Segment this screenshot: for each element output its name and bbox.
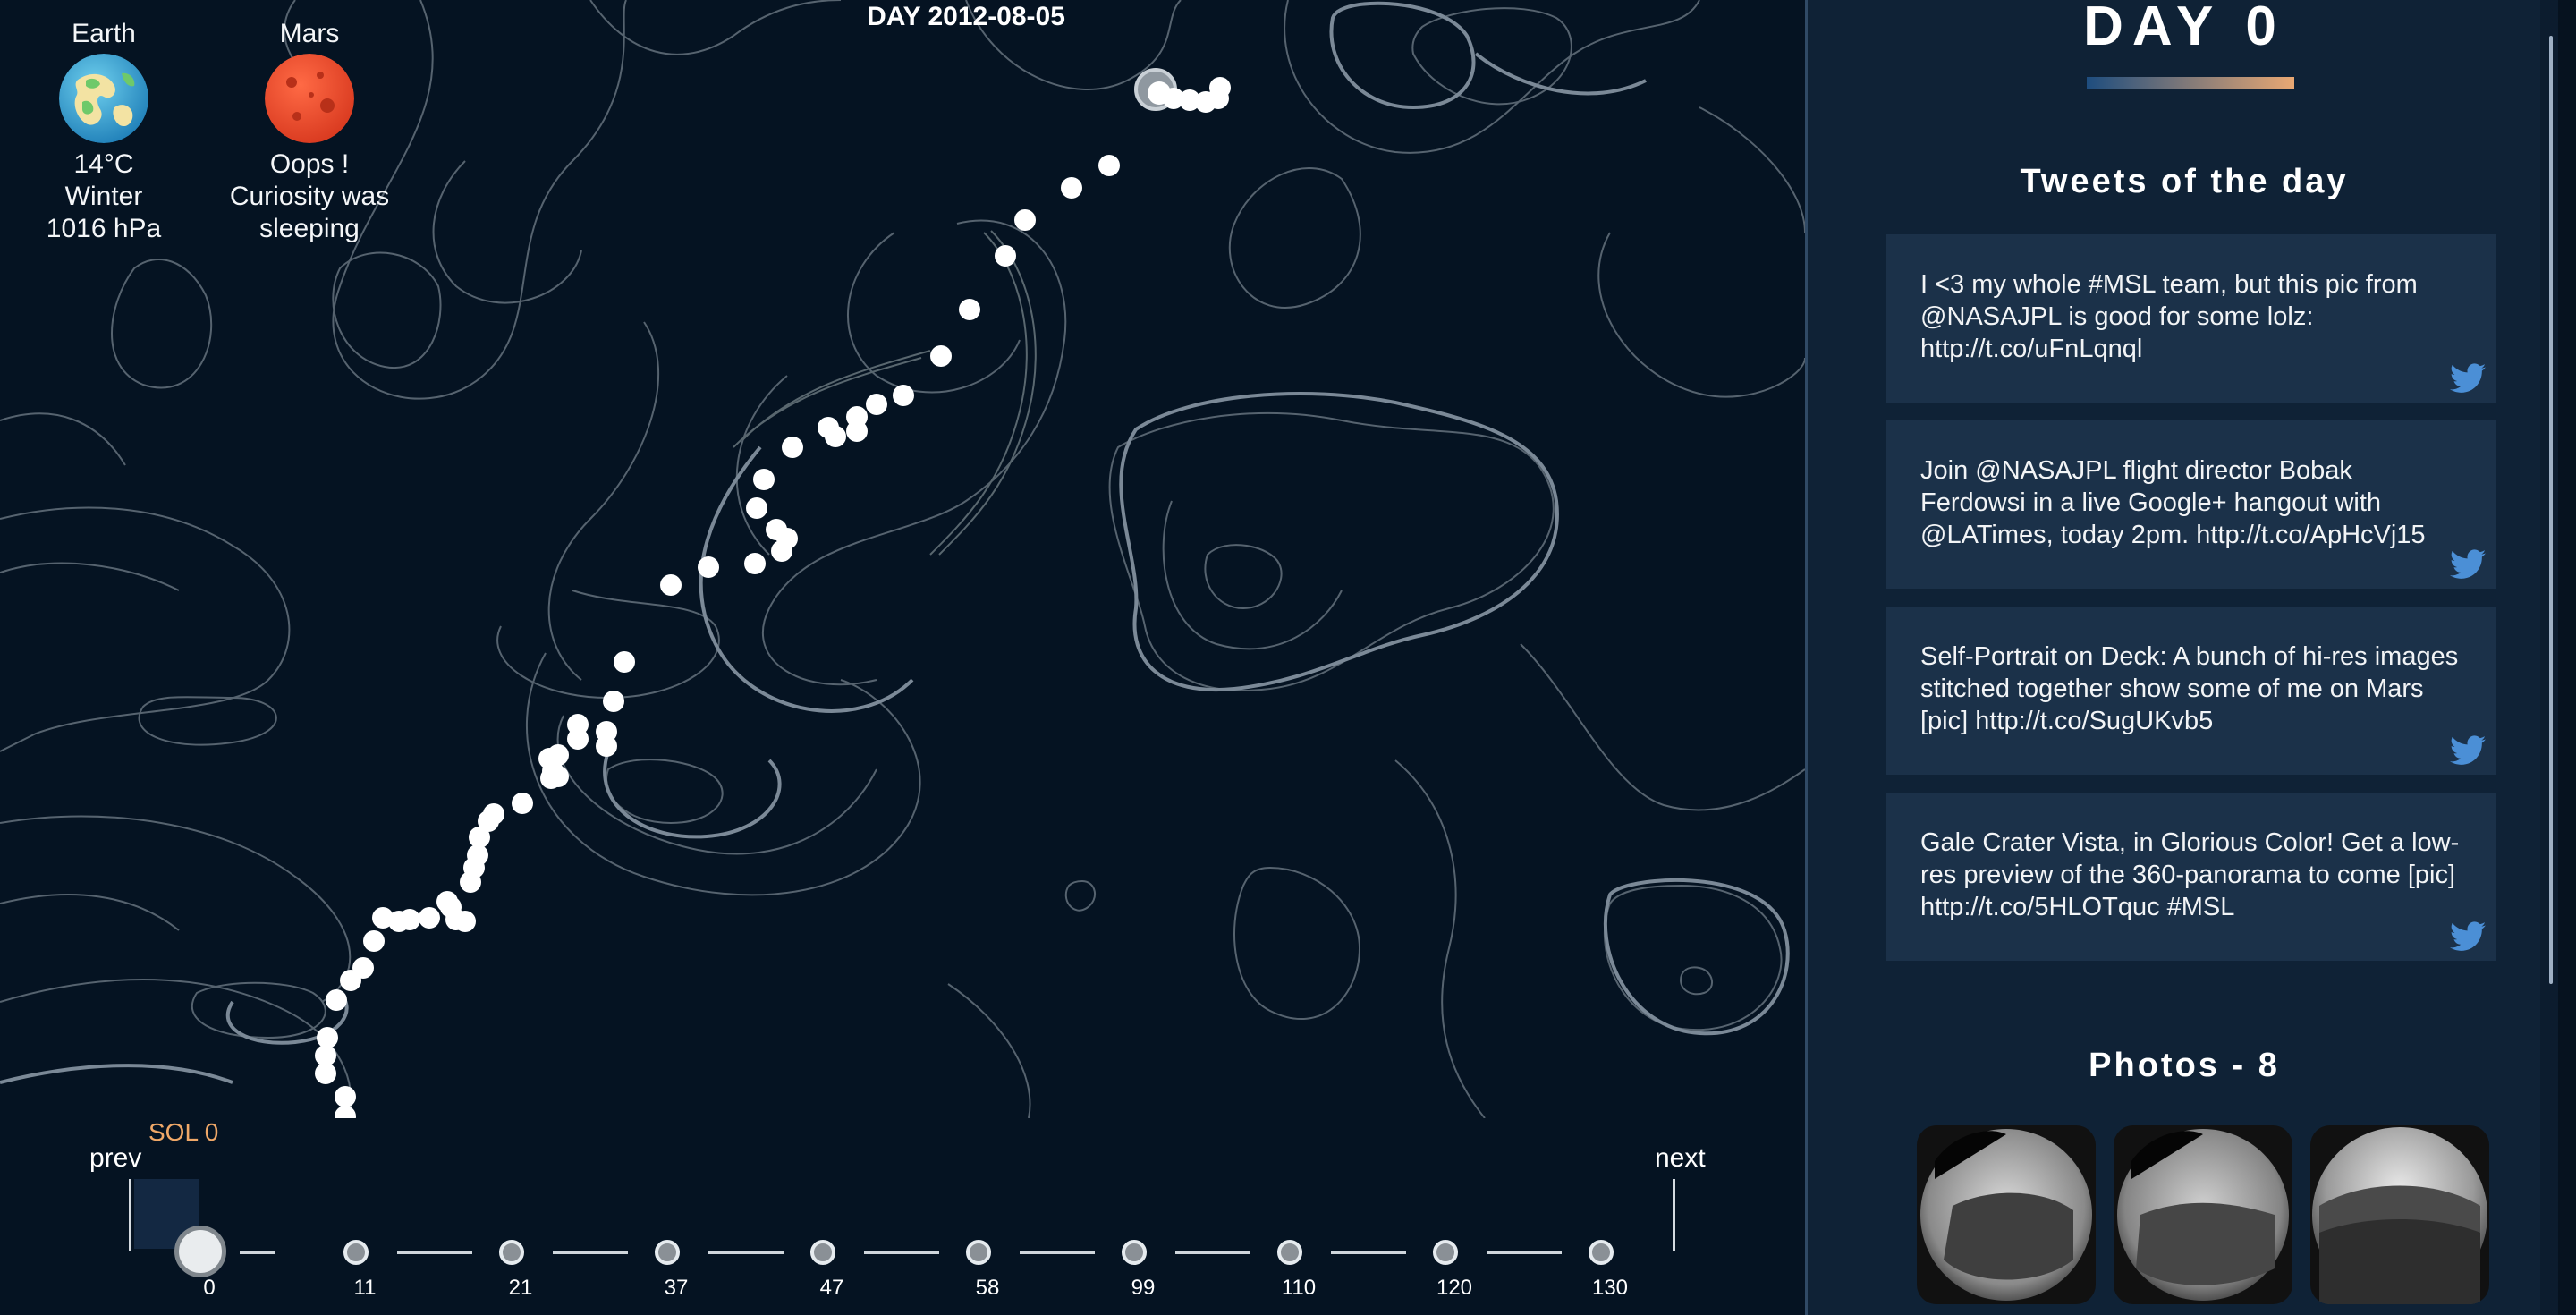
mars-weather-panel: Mars Oops ! Curiosity was sleeping — [220, 18, 399, 245]
sol-number: 21 — [508, 1276, 533, 1300]
next-button[interactable]: next — [1655, 1143, 1706, 1174]
track-points — [315, 77, 1231, 1118]
tweet-text: I <3 my whole #MSL team, but this pic fr… — [1920, 270, 2418, 363]
earth-temperature: 14°C — [73, 149, 134, 179]
earth-season: Winter — [64, 182, 143, 211]
sol-number: 0 — [203, 1276, 216, 1300]
sol-number: 11 — [353, 1276, 377, 1300]
sol-number: 120 — [1436, 1276, 1473, 1300]
twitter-bird-icon — [2450, 921, 2486, 951]
tweet-text: Join @NASAJPL flight director Bobak Ferd… — [1920, 456, 2426, 549]
mars-status-line-2: Curiosity was — [229, 182, 390, 211]
sol-node-11[interactable] — [343, 1240, 369, 1265]
day-title-underline — [2087, 77, 2294, 89]
prev-button[interactable]: prev — [89, 1143, 141, 1174]
timeline-segment — [1331, 1251, 1406, 1254]
sol-number: 47 — [819, 1276, 844, 1300]
tweet-card[interactable]: Join @NASAJPL flight director Bobak Ferd… — [1886, 420, 2496, 589]
sol-timeline: SOL 0 prev next 0 11 21 37 47 58 99 110 … — [0, 1118, 1805, 1315]
earth-globe-icon — [59, 54, 148, 143]
timeline-segment — [864, 1251, 939, 1254]
timeline-segment — [708, 1251, 784, 1254]
mars-globe-icon — [265, 54, 354, 143]
tweet-text: Self-Portrait on Deck: A bunch of hi-res… — [1920, 642, 2459, 735]
hazcam-photo-2[interactable] — [2114, 1125, 2292, 1304]
tweet-card[interactable]: Self-Portrait on Deck: A bunch of hi-res… — [1886, 607, 2496, 775]
hazcam-photo-3[interactable] — [2310, 1125, 2489, 1304]
earth-name: Earth — [72, 19, 136, 48]
timeline-segment — [553, 1251, 628, 1254]
sol-node-47[interactable] — [810, 1240, 835, 1265]
sol-node-130[interactable] — [1589, 1240, 1614, 1265]
sol-number: 37 — [664, 1276, 689, 1300]
sol-node-58[interactable] — [966, 1240, 991, 1265]
hazcam-photo-1[interactable] — [1917, 1125, 2096, 1304]
mars-status-line-3: sleeping — [259, 214, 360, 243]
traverse-map[interactable]: DAY 2012-08-05 Earth 14°C Winter 1016 hP… — [0, 0, 1805, 1118]
sol-number: 99 — [1131, 1276, 1156, 1300]
sol-node-21[interactable] — [499, 1240, 524, 1265]
timeline-segment — [240, 1251, 275, 1254]
prev-bar — [129, 1179, 131, 1251]
next-bar — [1673, 1179, 1675, 1251]
tweet-card[interactable]: Gale Crater Vista, in Glorious Color! Ge… — [1886, 793, 2496, 961]
sol-node-0[interactable] — [174, 1226, 226, 1277]
earth-pressure: 1016 hPa — [46, 214, 162, 243]
sol-number: 110 — [1281, 1276, 1317, 1300]
tweet-text: Gale Crater Vista, in Glorious Color! Ge… — [1920, 828, 2460, 921]
sol-number: 58 — [975, 1276, 1000, 1300]
day-sidebar[interactable]: DAY 0 Tweets of the day I <3 my whole #M… — [1805, 0, 2558, 1315]
sol-node-110[interactable] — [1277, 1240, 1302, 1265]
day-title: DAY 0 — [2083, 0, 2285, 57]
timeline-segment — [397, 1251, 472, 1254]
sol-label: SOL 0 — [148, 1118, 219, 1146]
timeline-segment — [1175, 1251, 1250, 1254]
timeline-segment — [1487, 1251, 1562, 1254]
mars-status-line-1: Oops ! — [269, 149, 350, 179]
tweets-heading: Tweets of the day — [2020, 163, 2349, 200]
twitter-bird-icon — [2450, 735, 2486, 765]
sol-node-99[interactable] — [1122, 1240, 1147, 1265]
mars-name: Mars — [279, 19, 340, 48]
twitter-bird-icon — [2450, 549, 2486, 579]
photos-heading: Photos - 8 — [2089, 1047, 2280, 1084]
sol-number: 130 — [1591, 1276, 1629, 1300]
sol-node-120[interactable] — [1433, 1240, 1458, 1265]
tweet-card[interactable]: I <3 my whole #MSL team, but this pic fr… — [1886, 234, 2496, 403]
timeline-segment — [1020, 1251, 1095, 1254]
twitter-bird-icon — [2450, 363, 2486, 393]
earth-weather-panel: Earth 14°C Winter 1016 hPa — [45, 18, 163, 245]
sol-node-37[interactable] — [655, 1240, 680, 1265]
